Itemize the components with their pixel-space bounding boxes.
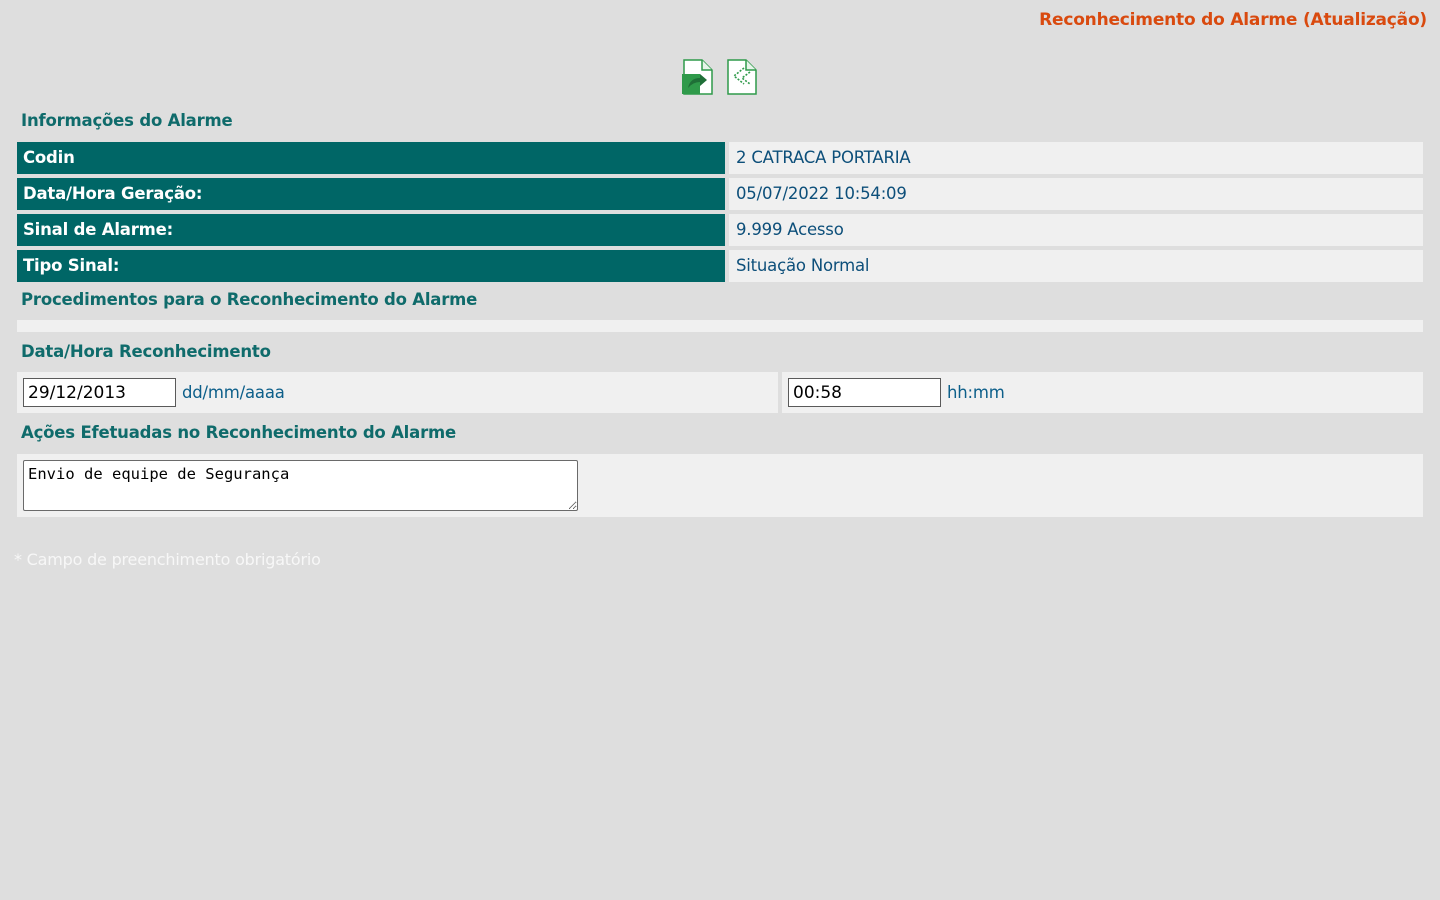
save-document-icon[interactable]: [680, 58, 714, 96]
date-cell: dd/mm/aaaa: [17, 372, 778, 413]
actions-heading: Ações Efetuadas no Reconhecimento do Ala…: [21, 423, 456, 442]
required-field-note: * Campo de preenchimento obrigatório: [14, 550, 321, 569]
toolbar: [680, 58, 758, 96]
info-value: 2 CATRACA PORTARIA: [729, 142, 1423, 174]
actions-textarea[interactable]: Envio de equipe de Segurança: [23, 460, 578, 511]
time-cell: hh:mm: [782, 372, 1423, 413]
acknowledgement-heading: Data/Hora Reconhecimento: [21, 342, 271, 361]
table-row: Data/Hora Geração: 05/07/2022 10:54:09: [17, 178, 1423, 210]
date-input[interactable]: [23, 378, 176, 407]
date-format-hint: dd/mm/aaaa: [182, 383, 285, 402]
info-label: Tipo Sinal:: [17, 250, 725, 282]
actions-panel: Envio de equipe de Segurança: [17, 454, 1423, 517]
page: Reconhecimento do Alarme (Atualização) I…: [0, 0, 1440, 900]
procedures-panel: [17, 320, 1423, 332]
info-label: Data/Hora Geração:: [17, 178, 725, 210]
procedures-heading: Procedimentos para o Reconhecimento do A…: [21, 290, 478, 309]
info-label: Codin: [17, 142, 725, 174]
alarm-info-heading: Informações do Alarme: [21, 111, 233, 130]
info-label: Sinal de Alarme:: [17, 214, 725, 246]
page-title: Reconhecimento do Alarme (Atualização): [1039, 10, 1427, 30]
table-row: Tipo Sinal: Situação Normal: [17, 250, 1423, 282]
time-input[interactable]: [788, 378, 941, 407]
table-row: Sinal de Alarme: 9.999 Acesso: [17, 214, 1423, 246]
time-format-hint: hh:mm: [947, 383, 1005, 402]
info-value: Situação Normal: [729, 250, 1423, 282]
back-document-icon[interactable]: [724, 58, 758, 96]
info-value: 05/07/2022 10:54:09: [729, 178, 1423, 210]
info-value: 9.999 Acesso: [729, 214, 1423, 246]
acknowledgement-row: dd/mm/aaaa hh:mm: [17, 372, 1423, 413]
alarm-info-table: Codin 2 CATRACA PORTARIA Data/Hora Geraç…: [17, 142, 1423, 286]
table-row: Codin 2 CATRACA PORTARIA: [17, 142, 1423, 174]
